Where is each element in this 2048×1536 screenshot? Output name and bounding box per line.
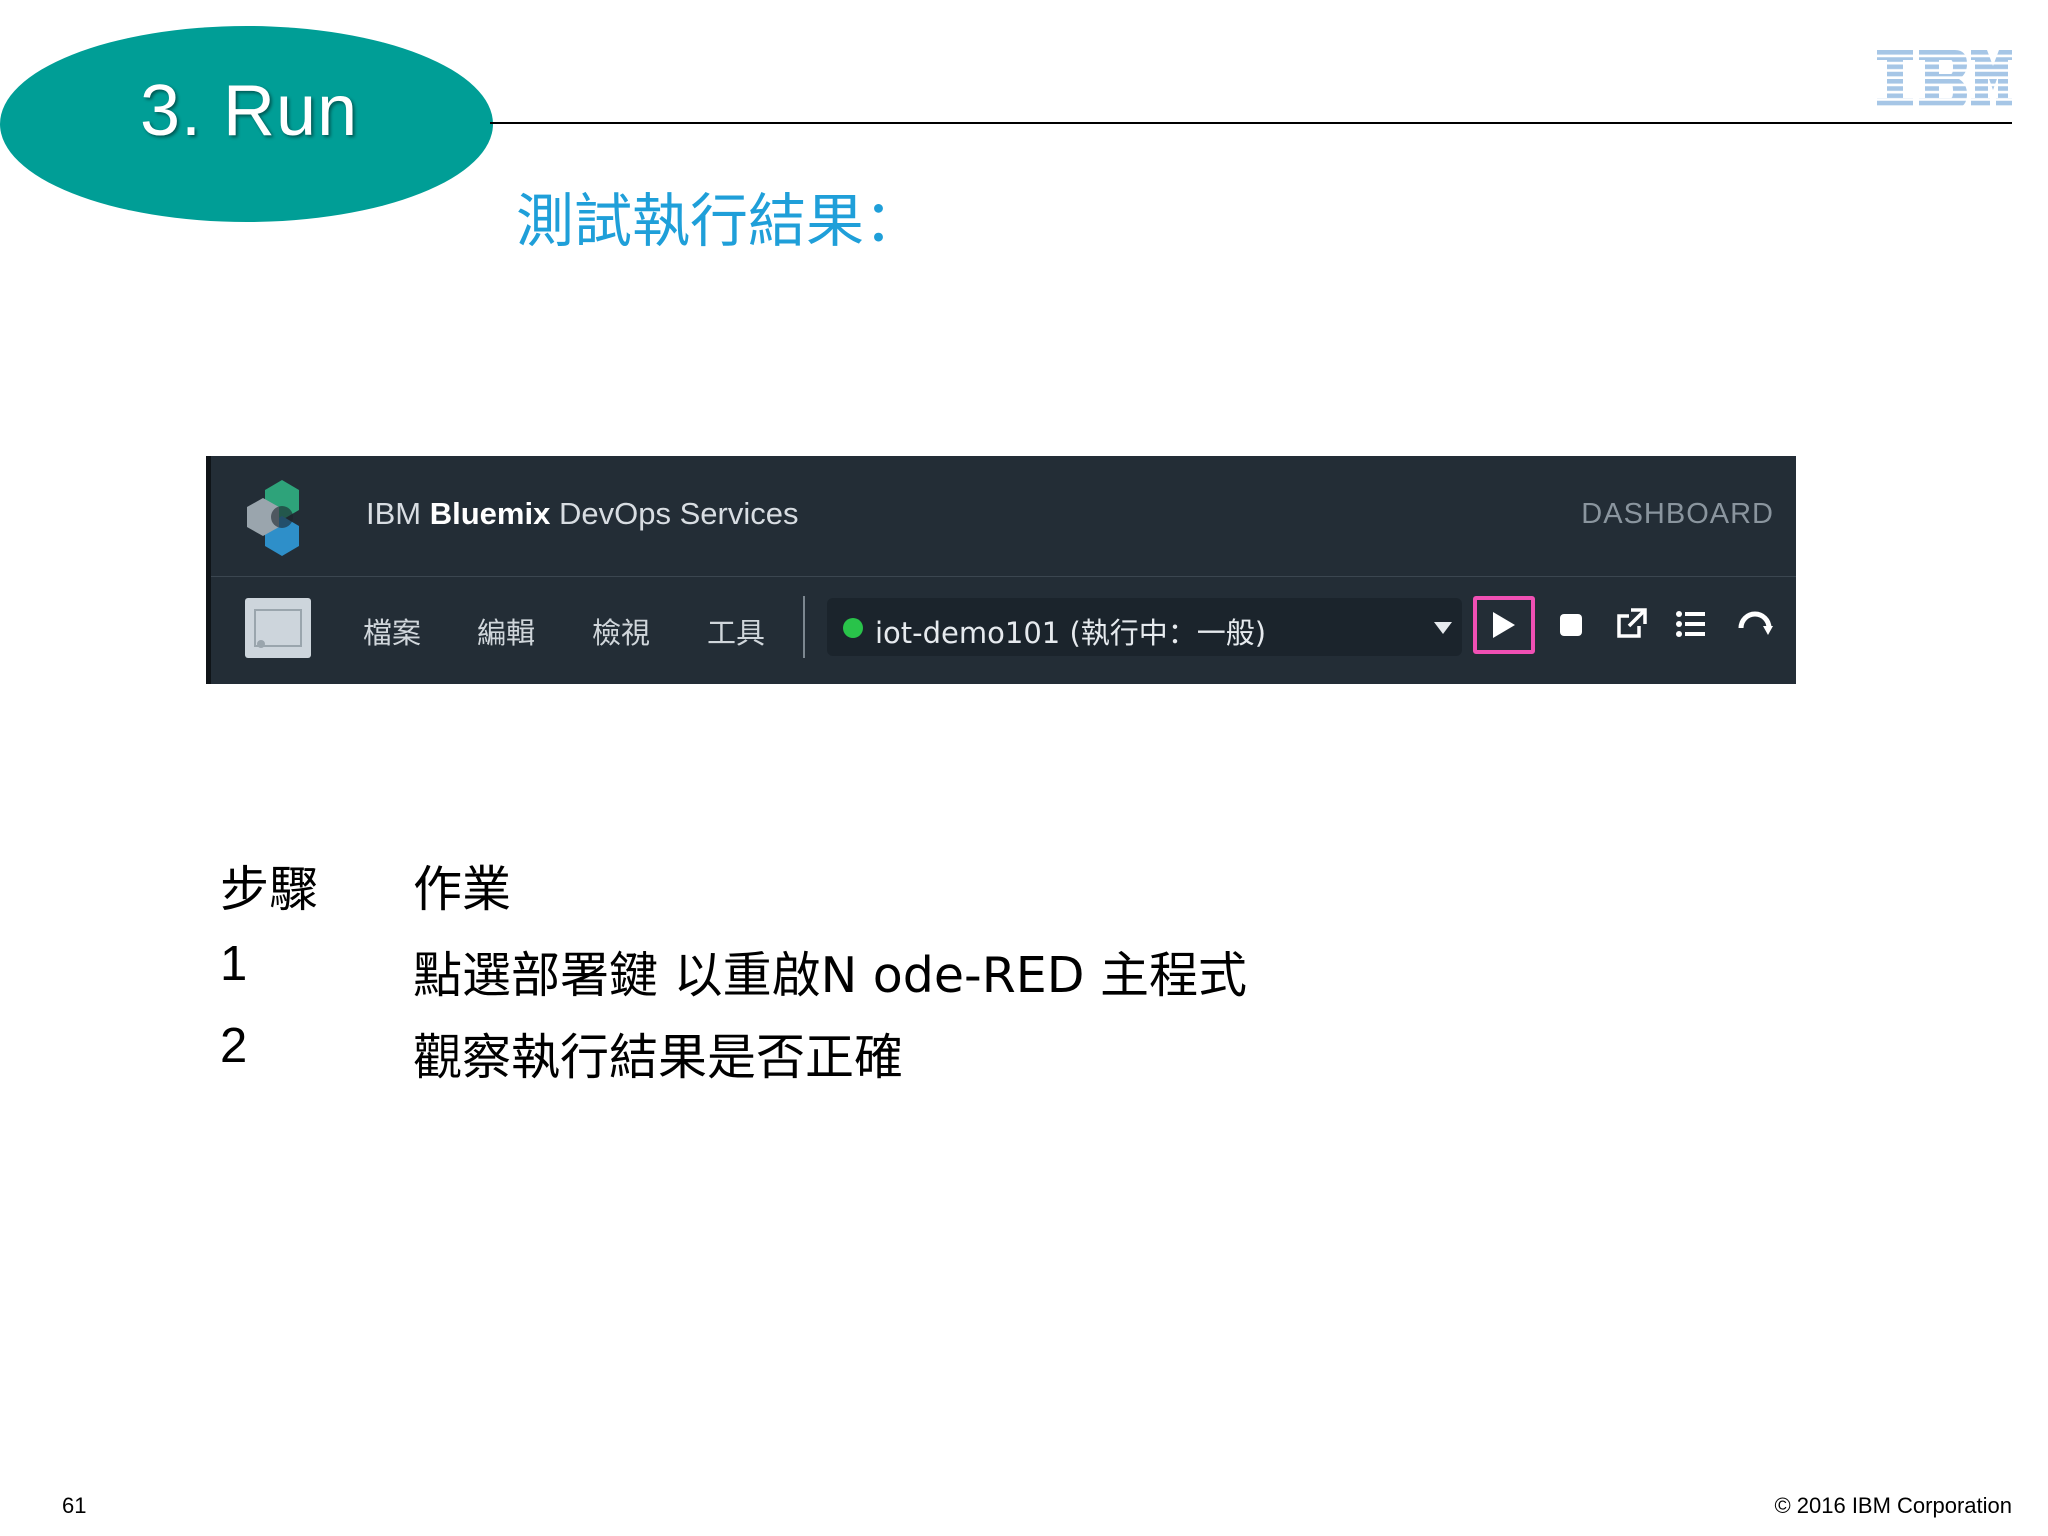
bluemix-logo-icon xyxy=(247,480,299,556)
menu-view[interactable]: 檢視 xyxy=(592,610,650,652)
stop-icon[interactable] xyxy=(1549,602,1593,646)
brand-name: IBM Bluemix DevOps Services xyxy=(366,496,798,532)
page-number: 61 xyxy=(62,1493,87,1518)
step-number: 1 xyxy=(220,937,248,991)
list-icon[interactable] xyxy=(1669,602,1713,646)
open-external-icon[interactable] xyxy=(1609,602,1653,646)
play-icon xyxy=(1493,612,1515,638)
chevron-down-icon xyxy=(1434,622,1452,634)
dashboard-link[interactable]: DASHBOARD xyxy=(1581,498,1774,531)
bluemix-header: IBM Bluemix DevOps Services DASHBOARD xyxy=(211,456,1796,577)
slide-title: 3. Run xyxy=(140,71,359,151)
header-divider xyxy=(490,122,2012,124)
brand-suffix: DevOps Services xyxy=(558,496,799,531)
project-icon[interactable] xyxy=(245,598,311,658)
task-column-header: 作業 xyxy=(413,861,512,918)
step-task: 點選部署鍵 以重啟N ode-RED 主程式 xyxy=(413,947,1248,1004)
step-column-header: 步驟 xyxy=(220,861,319,918)
step-task: 觀察執行結果是否正確 xyxy=(413,1029,904,1086)
deploy-run-button[interactable] xyxy=(1473,596,1535,654)
ibm-logo xyxy=(1877,50,2012,108)
app-selector[interactable]: iot-demo101 (執行中：一般) xyxy=(827,598,1462,656)
app-selector-label: iot-demo101 (執行中：一般) xyxy=(875,616,1267,650)
status-running-icon xyxy=(843,618,863,638)
slide-subtitle: 測試執行結果： xyxy=(516,187,923,255)
menu-tools[interactable]: 工具 xyxy=(707,610,765,652)
menu-edit[interactable]: 編輯 xyxy=(477,610,535,652)
brand-prefix: IBM xyxy=(366,496,422,531)
bluemix-screenshot: IBM Bluemix DevOps Services DASHBOARD 檔案… xyxy=(206,456,1796,684)
refresh-icon[interactable] xyxy=(1733,602,1777,646)
copyright: © 2016 IBM Corporation xyxy=(1774,1493,2012,1518)
toolbar-separator xyxy=(803,596,805,658)
brand-bold: Bluemix xyxy=(429,496,551,531)
step-number: 2 xyxy=(220,1019,248,1073)
bluemix-toolbar: 檔案 編輯 檢視 工具 iot-demo101 (執行中：一般) xyxy=(211,576,1796,684)
menu-file[interactable]: 檔案 xyxy=(363,610,421,652)
